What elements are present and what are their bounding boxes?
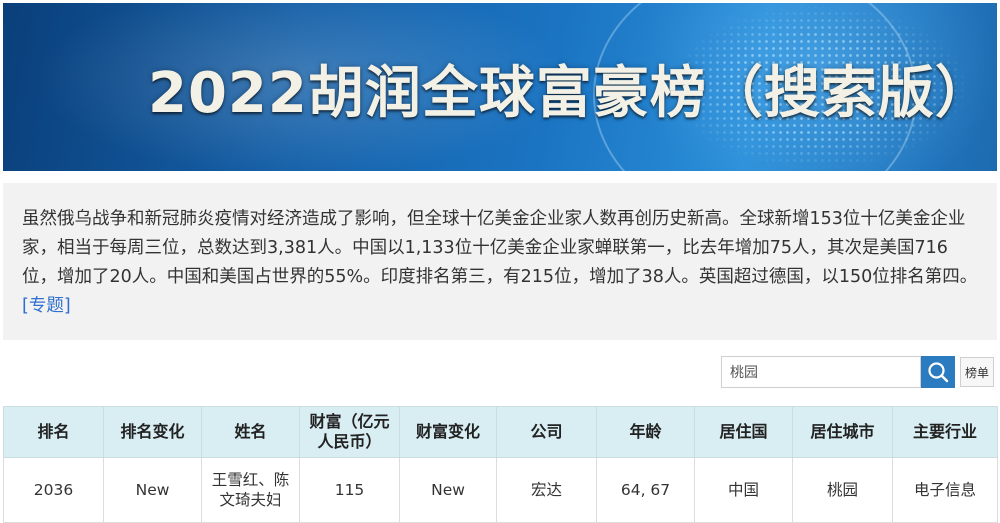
- header-rank-change[interactable]: 排名变化: [103, 406, 202, 458]
- list-button[interactable]: 榜单: [960, 357, 994, 387]
- cell-company: 宏达: [496, 457, 597, 523]
- intro-paragraph: 虽然俄乌战争和新冠肺炎疫情对经济造成了影响，但全球十亿美金企业家人数再创历史新高…: [22, 205, 980, 321]
- header-name[interactable]: 姓名: [201, 406, 300, 458]
- search-input[interactable]: [721, 356, 921, 388]
- topic-link[interactable]: [专题]: [22, 296, 71, 316]
- ranking-table: 排名 排名变化 姓名 财富（亿元人民币） 财富变化 公司 年龄 居住国 居住城市…: [3, 406, 998, 523]
- cell-rank-change: New: [103, 457, 202, 523]
- intro-panel: 虽然俄乌战争和新冠肺炎疫情对经济造成了影响，但全球十亿美金企业家人数再创历史新高…: [3, 183, 997, 340]
- table-header-row: 排名 排名变化 姓名 财富（亿元人民币） 财富变化 公司 年龄 居住国 居住城市…: [3, 406, 998, 458]
- table-row[interactable]: 2036 New 王雪红、陈文琦夫妇 115 New 宏达 64, 67 中国 …: [3, 457, 998, 523]
- header-rank[interactable]: 排名: [3, 406, 104, 458]
- cell-name: 王雪红、陈文琦夫妇: [201, 457, 300, 523]
- banner: 2022胡润全球富豪榜（搜索版）: [3, 3, 997, 171]
- intro-text: 虽然俄乌战争和新冠肺炎疫情对经济造成了影响，但全球十亿美金企业家人数再创历史新高…: [22, 209, 978, 287]
- cell-age: 64, 67: [596, 457, 695, 523]
- cell-city: 桃园: [792, 457, 893, 523]
- cell-industry: 电子信息: [892, 457, 998, 523]
- header-wealth[interactable]: 财富（亿元人民币）: [299, 406, 400, 458]
- header-industry[interactable]: 主要行业: [892, 406, 998, 458]
- search-icon: [928, 362, 949, 383]
- cell-wealth: 115: [299, 457, 400, 523]
- cell-country: 中国: [694, 457, 793, 523]
- header-country[interactable]: 居住国: [694, 406, 793, 458]
- header-company[interactable]: 公司: [496, 406, 597, 458]
- header-wealth-change[interactable]: 财富变化: [399, 406, 497, 458]
- header-city[interactable]: 居住城市: [792, 406, 893, 458]
- cell-wealth-change: New: [399, 457, 497, 523]
- search-button[interactable]: [921, 356, 955, 388]
- header-age[interactable]: 年龄: [596, 406, 695, 458]
- page-title: 2022胡润全球富豪榜（搜索版）: [148, 61, 992, 126]
- cell-rank: 2036: [3, 457, 104, 523]
